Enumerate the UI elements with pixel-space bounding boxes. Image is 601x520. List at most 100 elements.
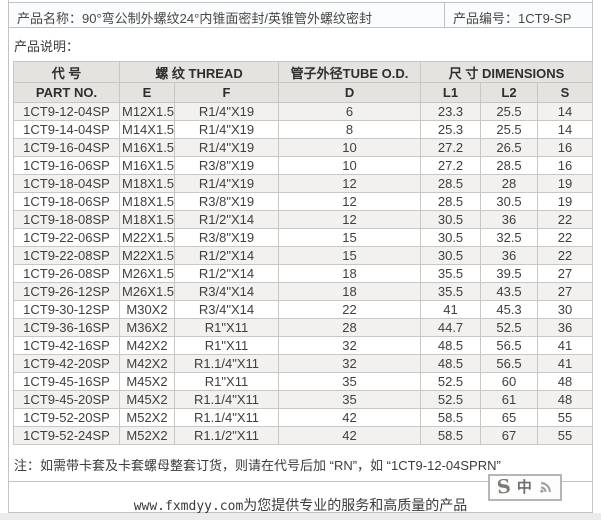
product-spec-page: 产品名称：90°弯公制外螺纹24°内锥面密封/英锥管外螺纹密封 产品编号：1CT… [8,0,593,513]
product-code-label: 产品编号： [453,11,518,26]
table-row: 1CT9-22-06SPM22X1.5R3/8"X191530.532.522 [14,229,593,247]
spec-value-cell: 58.5 [421,427,481,445]
part-no-cell: 1CT9-12-04SP [14,103,120,121]
spec-value-cell: 23.3 [421,103,481,121]
spec-value-cell: R1/4"X19 [175,175,279,193]
table-row: 1CT9-52-24SPM52X2R1.1/2"X114258.56755 [14,427,593,445]
spec-value-cell: 56.5 [481,337,538,355]
spec-value-cell: 45.3 [481,301,538,319]
spec-value-cell: R1/4"X19 [175,139,279,157]
table-row: 1CT9-14-04SPM14X1.5R1/4"X19825.325.514 [14,121,593,139]
spec-value-cell: 25.5 [481,121,538,139]
table-row: 1CT9-36-16SPM36X2R1"X112844.752.536 [14,319,593,337]
table-row: 1CT9-26-12SPM26X1.5R3/4"X141835.543.527 [14,283,593,301]
product-name-cell: 产品名称：90°弯公制外螺纹24°内锥面密封/英锥管外螺纹密封 [9,3,445,27]
spec-value-cell: M52X2 [120,409,175,427]
spec-value-cell: 36 [481,247,538,265]
spec-value-cell: 52.5 [421,391,481,409]
spec-value-cell: 25.3 [421,121,481,139]
product-code-value: 1CT9-SP [518,11,571,26]
spec-value-cell: 18 [279,283,421,301]
product-description-label: 产品说明： [9,28,592,61]
spec-value-cell: M45X2 [120,373,175,391]
spec-value-cell: 15 [279,229,421,247]
part-no-cell: 1CT9-16-06SP [14,157,120,175]
column-header-cell: L1 [421,83,481,103]
table-row: 1CT9-42-16SPM42X2R1"X113248.556.541 [14,337,593,355]
spec-value-cell: R1"X11 [175,337,279,355]
group-header-cell: 代 号 [14,62,120,83]
table-row: 1CT9-42-20SPM42X2R1.1/4"X113248.556.541 [14,355,593,373]
spec-value-cell: 42 [279,427,421,445]
spec-value-cell: 41 [538,337,593,355]
spec-value-cell: R1/2"X14 [175,211,279,229]
table-row: 1CT9-26-08SPM26X1.5R1/2"X141835.539.527 [14,265,593,283]
spec-value-cell: M18X1.5 [120,175,175,193]
table-row: 1CT9-12-04SPM12X1.5R1/4"X19623.325.514 [14,103,593,121]
product-name-value: 90°弯公制外螺纹24°内锥面密封/英锥管外螺纹密封 [82,11,372,26]
table-row: 1CT9-18-06SPM18X1.5R3/8"X191228.530.519 [14,193,593,211]
spec-value-cell: 30.5 [421,247,481,265]
table-group-header-row: 代 号螺 纹 THREAD管子外径TUBE O.D.尺 寸 DIMENSIONS [14,62,593,83]
spec-value-cell: 52.5 [481,319,538,337]
spec-value-cell: R1/4"X19 [175,103,279,121]
table-row: 1CT9-18-04SPM18X1.5R1/4"X191228.52819 [14,175,593,193]
column-header-cell: D [279,83,421,103]
part-no-cell: 1CT9-18-06SP [14,193,120,211]
spec-value-cell: 12 [279,211,421,229]
spec-value-cell: 39.5 [481,265,538,283]
spec-value-cell: 55 [538,427,593,445]
part-no-cell: 1CT9-14-04SP [14,121,120,139]
table-row: 1CT9-30-12SPM30X2R3/4"X14224145.330 [14,301,593,319]
spec-value-cell: R3/8"X19 [175,229,279,247]
spec-value-cell: 67 [481,427,538,445]
translate-widget[interactable]: S 中 [488,474,562,501]
part-no-cell: 1CT9-45-20SP [14,391,120,409]
table-row: 1CT9-16-06SPM16X1.5R3/8"X191027.228.516 [14,157,593,175]
spec-value-cell: R1.1/4"X11 [175,355,279,373]
spec-value-cell: M42X2 [120,337,175,355]
table-row: 1CT9-18-08SPM18X1.5R1/2"X141230.53622 [14,211,593,229]
part-no-cell: 1CT9-26-12SP [14,283,120,301]
spec-value-cell: 8 [279,121,421,139]
spec-value-cell: R1"X11 [175,373,279,391]
spec-value-cell: M42X2 [120,355,175,373]
spec-value-cell: 12 [279,193,421,211]
spec-value-cell: R3/8"X19 [175,157,279,175]
table-column-header-row: PART NO.EFDL1L2S [14,83,593,103]
spec-value-cell: R1"X11 [175,319,279,337]
spec-value-cell: M22X1.5 [120,229,175,247]
spec-value-cell: R3/4"X14 [175,301,279,319]
spec-value-cell: R1.1/2"X11 [175,427,279,445]
spec-value-cell: M22X1.5 [120,247,175,265]
chinese-language-button[interactable]: 中 [517,480,532,495]
part-no-cell: 1CT9-45-16SP [14,373,120,391]
table-row: 1CT9-45-16SPM45X2R1"X113552.56048 [14,373,593,391]
spec-value-cell: 27.2 [421,139,481,157]
spec-value-cell: 56.5 [481,355,538,373]
part-no-cell: 1CT9-18-04SP [14,175,120,193]
spec-value-cell: 58.5 [421,409,481,427]
spec-value-cell: 35.5 [421,265,481,283]
rss-feed-icon[interactable] [538,480,553,495]
spec-value-cell: 48.5 [421,337,481,355]
spec-value-cell: 28.5 [421,193,481,211]
translator-logo-icon[interactable]: S [496,477,512,497]
spec-value-cell: 19 [538,193,593,211]
spec-value-cell: 30.5 [421,211,481,229]
part-no-cell: 1CT9-22-06SP [14,229,120,247]
spec-value-cell: 48.5 [421,355,481,373]
spec-value-cell: 27 [538,265,593,283]
spec-value-cell: 16 [538,157,593,175]
spec-value-cell: R1/4"X19 [175,121,279,139]
spec-value-cell: 16 [538,139,593,157]
page-bottom-strip [0,513,601,520]
spec-value-cell: 22 [538,229,593,247]
spec-value-cell: 30.5 [481,193,538,211]
table-row: 1CT9-22-08SPM22X1.5R1/2"X141530.53622 [14,247,593,265]
spec-value-cell: 25.5 [481,103,538,121]
spec-value-cell: 35 [279,373,421,391]
spec-value-cell: 10 [279,139,421,157]
spec-value-cell: 15 [279,247,421,265]
spec-value-cell: 32 [279,355,421,373]
